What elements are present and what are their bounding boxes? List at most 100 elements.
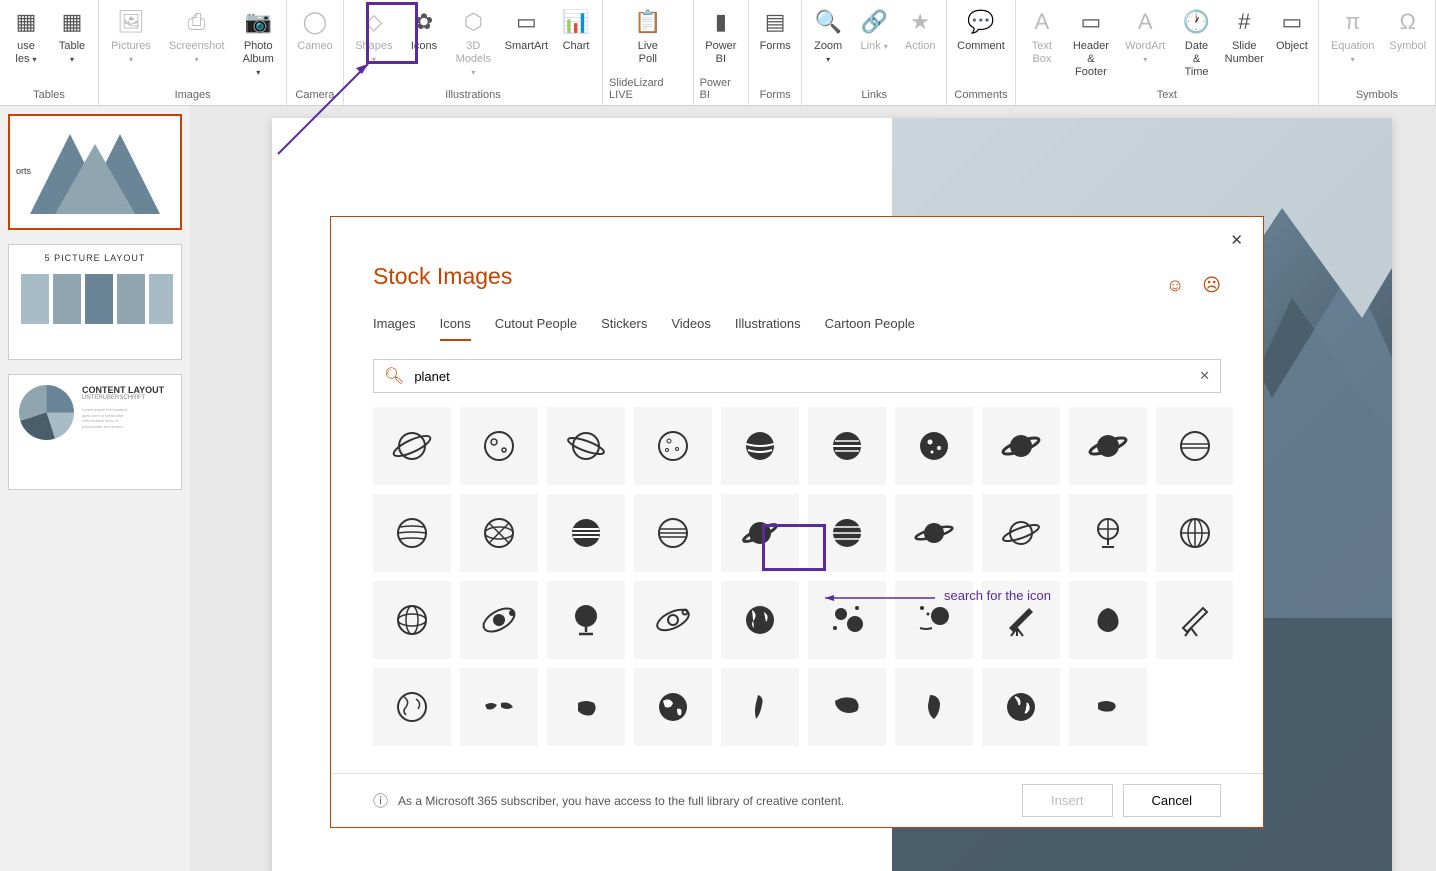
ribbon-zoom[interactable]: 🔍Zoom ▾ [808, 4, 848, 68]
slide-thumbnail-3[interactable]: CONTENT LAYOUTUNTERÜBERSCHRIFTLorem ipsu… [8, 374, 182, 490]
ribbon-symbol[interactable]: ΩSymbol [1386, 4, 1429, 55]
icon-result-orbit-solid[interactable] [460, 581, 538, 659]
icon-result-lines-planet-4[interactable] [634, 494, 712, 572]
ribbon-group-label: Tables [33, 89, 65, 105]
icon-result-saturn-outline[interactable] [982, 494, 1060, 572]
icon-result-planet-outline-2[interactable] [460, 407, 538, 485]
ribbon-icons[interactable]: ✿Icons [404, 4, 444, 55]
icons-grid-wrap[interactable] [373, 407, 1233, 773]
ribbon-object[interactable]: ▭Object [1272, 4, 1312, 55]
icon-result-earth-solid[interactable] [721, 581, 799, 659]
icon-result-globe-stand[interactable] [1069, 494, 1147, 572]
close-icon[interactable]: ✕ [1224, 225, 1249, 255]
ribbon-group-label: Links [861, 89, 887, 105]
icon-result-earth-outline[interactable] [373, 668, 451, 746]
ribbon-pictures[interactable]: 🖼Pictures ▾ [105, 4, 157, 68]
icon-result-planet-outline-4[interactable] [1156, 407, 1233, 485]
icon-result-lines-planet-2[interactable] [460, 494, 538, 572]
ribbon-link[interactable]: 🔗Link ▾ [854, 4, 894, 55]
icon-result-asia-map[interactable] [808, 668, 886, 746]
smile-icon[interactable]: ☺ [1166, 275, 1184, 296]
ribbon-group-power-bi: ▮PowerBI Power BI [694, 0, 750, 105]
icon-result-europe-map[interactable] [1069, 668, 1147, 746]
ribbon-group-comments: 💬Comment Comments [947, 0, 1016, 105]
tab-stickers[interactable]: Stickers [601, 308, 647, 341]
tab-images[interactable]: Images [373, 308, 416, 341]
icon-result-planet-outline-3[interactable] [547, 407, 625, 485]
ribbon-live-poll[interactable]: 📋LivePoll [628, 4, 668, 68]
icon-result-planet-outline-1[interactable] [373, 407, 451, 485]
ribbon-forms[interactable]: ▤Forms [755, 4, 795, 55]
ribbon-table[interactable]: ▦Table ▾ [52, 4, 92, 68]
annotation-arrow-to-icons [270, 52, 380, 162]
icon-result-lines-planet-1[interactable] [373, 494, 451, 572]
icon-result-moon-outline[interactable] [634, 407, 712, 485]
ribbon-screenshot[interactable]: ⎙Screenshot ▾ [163, 4, 230, 68]
icon-result-lines-planet-solid[interactable] [808, 494, 886, 572]
ribbon-date-time[interactable]: 🕐Date &Time [1177, 4, 1217, 82]
icon-result-globe-stand-solid[interactable] [547, 581, 625, 659]
ribbon-equation[interactable]: πEquation ▾ [1325, 4, 1381, 68]
date-icon: 🕐 [1181, 6, 1213, 38]
search-input[interactable] [414, 369, 1189, 384]
ribbon-cameo[interactable]: ◯Cameo [293, 4, 336, 55]
icon-result-earth-solid-3[interactable] [982, 668, 1060, 746]
icon-result-globe-grid[interactable] [1156, 494, 1233, 572]
icon-result-africa[interactable] [895, 668, 973, 746]
icon-result-globe-outline[interactable] [373, 581, 451, 659]
icon-result-earth-solid-2[interactable] [634, 668, 712, 746]
ribbon-group-illustrations: ◇Shapes ▾✿Icons⬡3DModels ▾▭SmartArt📊Char… [344, 0, 603, 105]
tab-cartoon-people[interactable]: Cartoon People [825, 308, 915, 341]
clear-search-icon[interactable]: ✕ [1199, 368, 1210, 384]
ribbon-item-label: Object [1276, 40, 1308, 53]
shapes-icon: ◇ [358, 6, 390, 38]
icon-result-planet-solid-3[interactable] [895, 407, 973, 485]
icon-result-australia[interactable] [547, 668, 625, 746]
icon-result-saturn-solid-4[interactable] [895, 494, 973, 572]
search-icon: 🔍︎ [384, 366, 404, 386]
ribbon-item-label: Pictures ▾ [109, 40, 153, 66]
icon-result-saturn-solid-1[interactable] [982, 407, 1060, 485]
ribbon-use-les[interactable]: ▦useles ▾ [6, 4, 46, 68]
insert-button[interactable]: Insert [1022, 784, 1113, 817]
icon-result-saturn-solid-2[interactable] [1069, 407, 1147, 485]
frown-icon[interactable]: ☹ [1202, 275, 1221, 296]
cancel-button[interactable]: Cancel [1123, 784, 1221, 817]
ribbon-power-bi[interactable]: ▮PowerBI [701, 4, 741, 68]
icon-result-world-map-1[interactable] [460, 668, 538, 746]
icons-grid [373, 407, 1233, 746]
smartart-icon: ▭ [510, 6, 542, 38]
ribbon-chart[interactable]: 📊Chart [556, 4, 596, 55]
ribbon-item-label: 3DModels ▾ [454, 40, 493, 80]
ribbon-group-label: Comments [954, 89, 1007, 105]
tab-illustrations[interactable]: Illustrations [735, 308, 801, 341]
icon-result-planet-solid-2[interactable] [808, 407, 886, 485]
slide-thumbnail-2[interactable]: 5 PICTURE LAYOUT [8, 244, 182, 360]
icon-result-saturn-solid-3[interactable] [721, 494, 799, 572]
tab-cutout-people[interactable]: Cutout People [495, 308, 577, 341]
pictures-icon: 🖼 [115, 6, 147, 38]
ribbon-header-footer[interactable]: ▭Header& Footer [1068, 4, 1114, 82]
ribbon-wordart[interactable]: AWordArt ▾ [1120, 4, 1171, 68]
ribbon-item-label: Link ▾ [861, 40, 888, 53]
ribbon-group-label: Power BI [700, 77, 743, 105]
ribbon-group-text: ATextBox▭Header& FooterAWordArt ▾🕐Date &… [1016, 0, 1319, 105]
tab-icons[interactable]: Icons [440, 308, 471, 341]
ribbon-comment[interactable]: 💬Comment [953, 4, 1009, 55]
zoom-icon: 🔍 [812, 6, 844, 38]
icon-result-south-america[interactable] [721, 668, 799, 746]
icon-result-planet-solid-1[interactable] [721, 407, 799, 485]
ribbon-3d-models[interactable]: ⬡3DModels ▾ [450, 4, 497, 82]
ribbon-smartart[interactable]: ▭SmartArt [503, 4, 550, 55]
icon-result-lines-planet-3[interactable] [547, 494, 625, 572]
dialog-title: Stock Images [331, 263, 1263, 300]
icon-result-antarctica[interactable] [1069, 581, 1147, 659]
icon-result-orbit-outline[interactable] [634, 581, 712, 659]
tab-videos[interactable]: Videos [671, 308, 711, 341]
ribbon-slide-number[interactable]: #SlideNumber [1223, 4, 1266, 68]
ribbon-item-label: Equation ▾ [1329, 40, 1377, 66]
slide-thumbnail-1[interactable]: orts [8, 114, 182, 230]
ribbon-text-box[interactable]: ATextBox [1022, 4, 1062, 68]
ribbon-action[interactable]: ★Action [900, 4, 940, 55]
icon-result-telescope-outline[interactable] [1156, 581, 1233, 659]
